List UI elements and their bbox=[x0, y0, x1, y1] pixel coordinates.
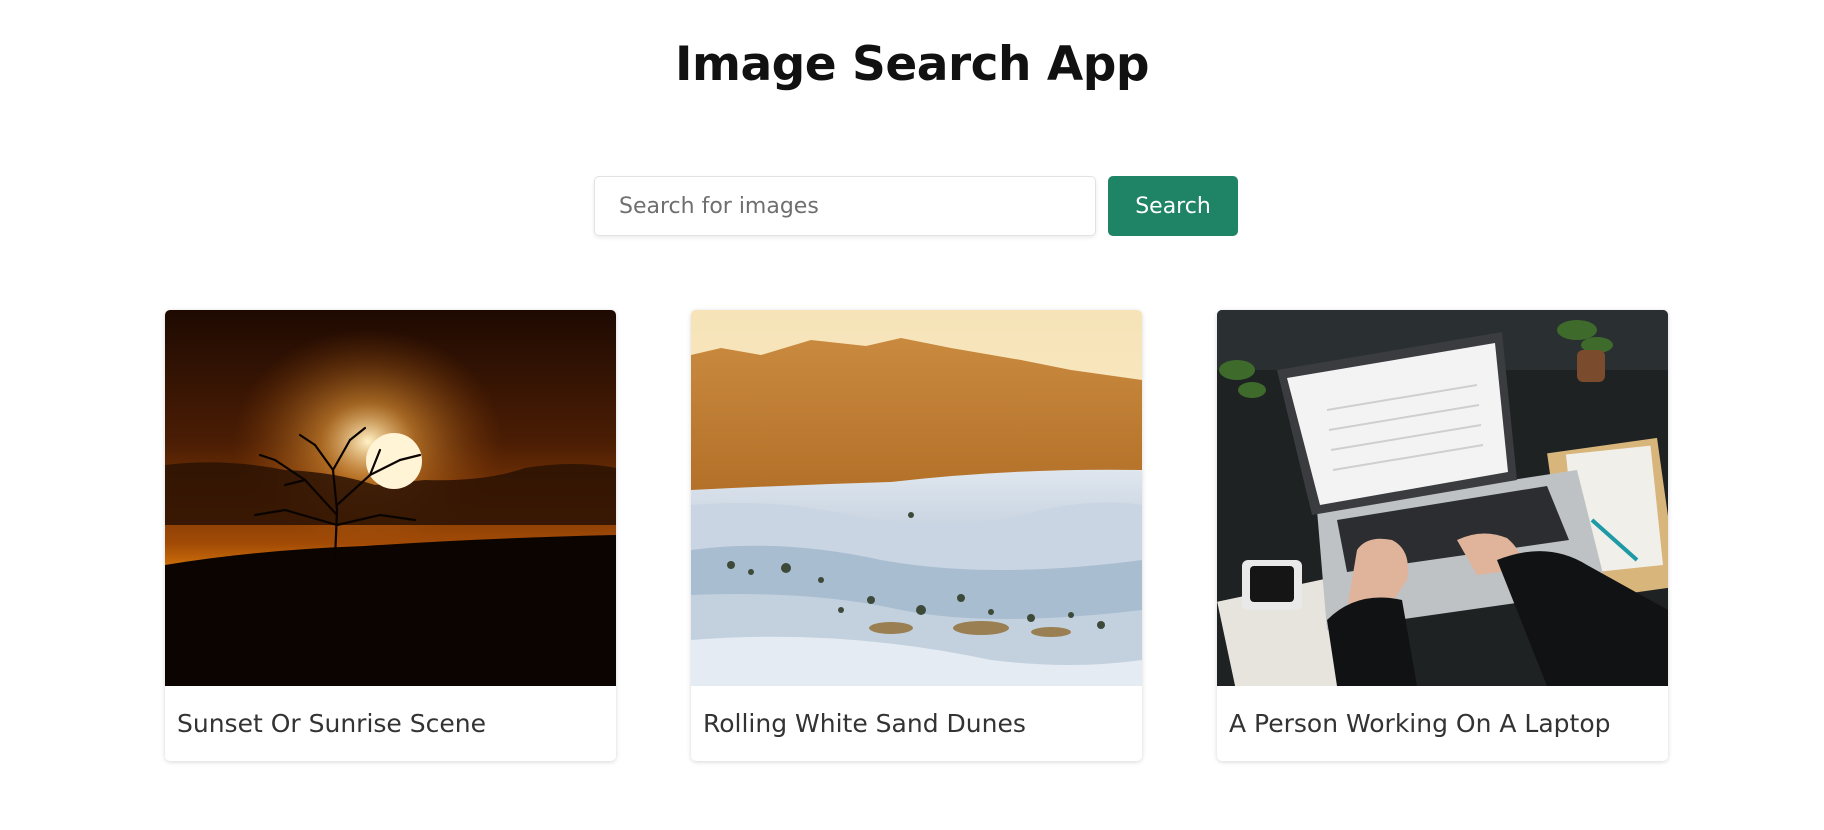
search-button[interactable]: Search bbox=[1108, 176, 1238, 236]
search-input[interactable] bbox=[594, 176, 1096, 236]
result-card[interactable]: A Person Working On A Laptop bbox=[1217, 310, 1668, 761]
page-title: Image Search App bbox=[674, 37, 1150, 92]
result-image[interactable] bbox=[1217, 310, 1668, 686]
result-caption: Rolling White Sand Dunes bbox=[703, 709, 1026, 738]
result-image[interactable] bbox=[165, 310, 616, 686]
result-image[interactable] bbox=[691, 310, 1142, 686]
result-caption: A Person Working On A Laptop bbox=[1229, 709, 1611, 738]
result-caption: Sunset Or Sunrise Scene bbox=[177, 709, 486, 738]
image-search-app: Image Search App Search for images Searc… bbox=[0, 0, 1824, 830]
result-card[interactable]: Rolling White Sand Dunes bbox=[691, 310, 1142, 761]
results-grid: Sunset Or Sunrise Scene Rolling White Sa… bbox=[165, 310, 1668, 761]
search-form: Search bbox=[594, 176, 1238, 236]
result-card[interactable]: Sunset Or Sunrise Scene bbox=[165, 310, 616, 761]
